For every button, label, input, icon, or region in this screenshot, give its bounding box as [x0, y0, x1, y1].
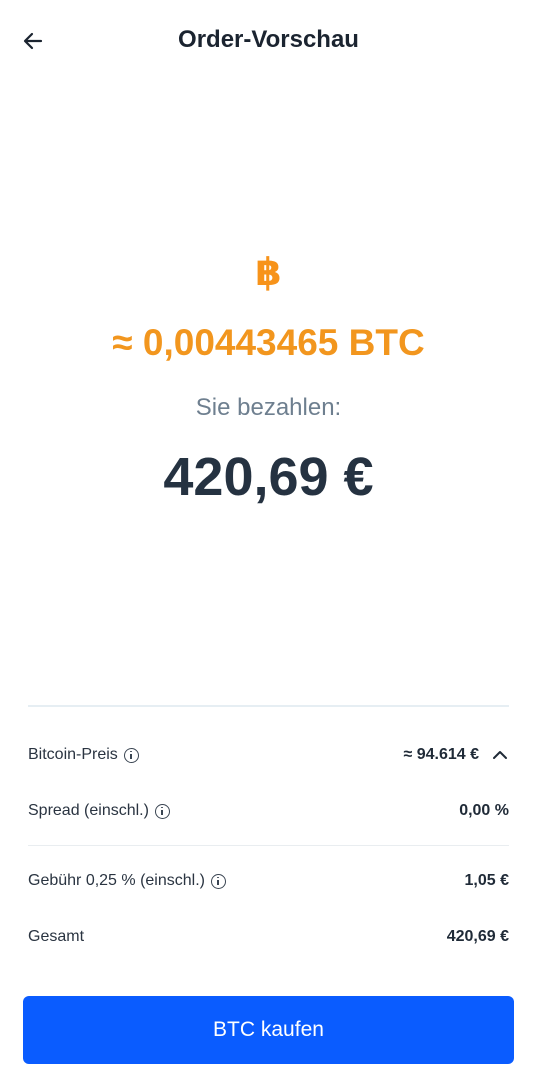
total-value: 420,69 € — [446, 928, 509, 945]
total-label: Gesamt — [28, 928, 85, 945]
info-icon[interactable] — [154, 803, 170, 819]
total-label-group: Gesamt — [28, 928, 84, 946]
info-icon[interactable] — [210, 873, 226, 889]
bitcoin-icon: ฿ — [255, 250, 282, 294]
page-title: Order-Vorschau — [178, 26, 359, 53]
fee-row: Gebühr 0,25 % (einschl.) 1,05 € — [28, 861, 509, 901]
section-divider — [28, 705, 509, 707]
pay-label: Sie bezahlen: — [195, 394, 342, 421]
header: Order-Vorschau — [0, 0, 537, 82]
bitcoin-price-value: ≈ 94.614 € — [403, 746, 479, 763]
row-divider — [28, 845, 509, 846]
fee-label-group: Gebühr 0,25 % (einschl.) — [28, 872, 226, 890]
buy-btc-button[interactable]: BTC kaufen — [23, 996, 514, 1064]
info-icon[interactable] — [123, 747, 139, 763]
fee-label: Gebühr 0,25 % (einschl.) — [28, 872, 205, 889]
bitcoin-price-label: Bitcoin-Preis — [28, 746, 118, 763]
pay-amount: 420,69 € — [163, 447, 374, 507]
bitcoin-price-row[interactable]: Bitcoin-Preis ≈ 94.614 € — [28, 735, 509, 775]
bitcoin-price-label-group: Bitcoin-Preis — [28, 746, 139, 764]
spread-row: Spread (einschl.) 0,00 % — [28, 791, 509, 831]
btc-amount: ≈ 0,00443465 BTC — [112, 322, 425, 363]
chevron-up-icon[interactable] — [491, 746, 509, 764]
total-row: Gesamt 420,69 € — [28, 917, 509, 957]
fee-value: 1,05 € — [464, 872, 509, 889]
spread-value: 0,00 % — [459, 802, 509, 819]
spread-label: Spread (einschl.) — [28, 802, 149, 819]
bitcoin-price-value-group: ≈ 94.614 € — [403, 746, 509, 764]
spread-label-group: Spread (einschl.) — [28, 802, 170, 820]
